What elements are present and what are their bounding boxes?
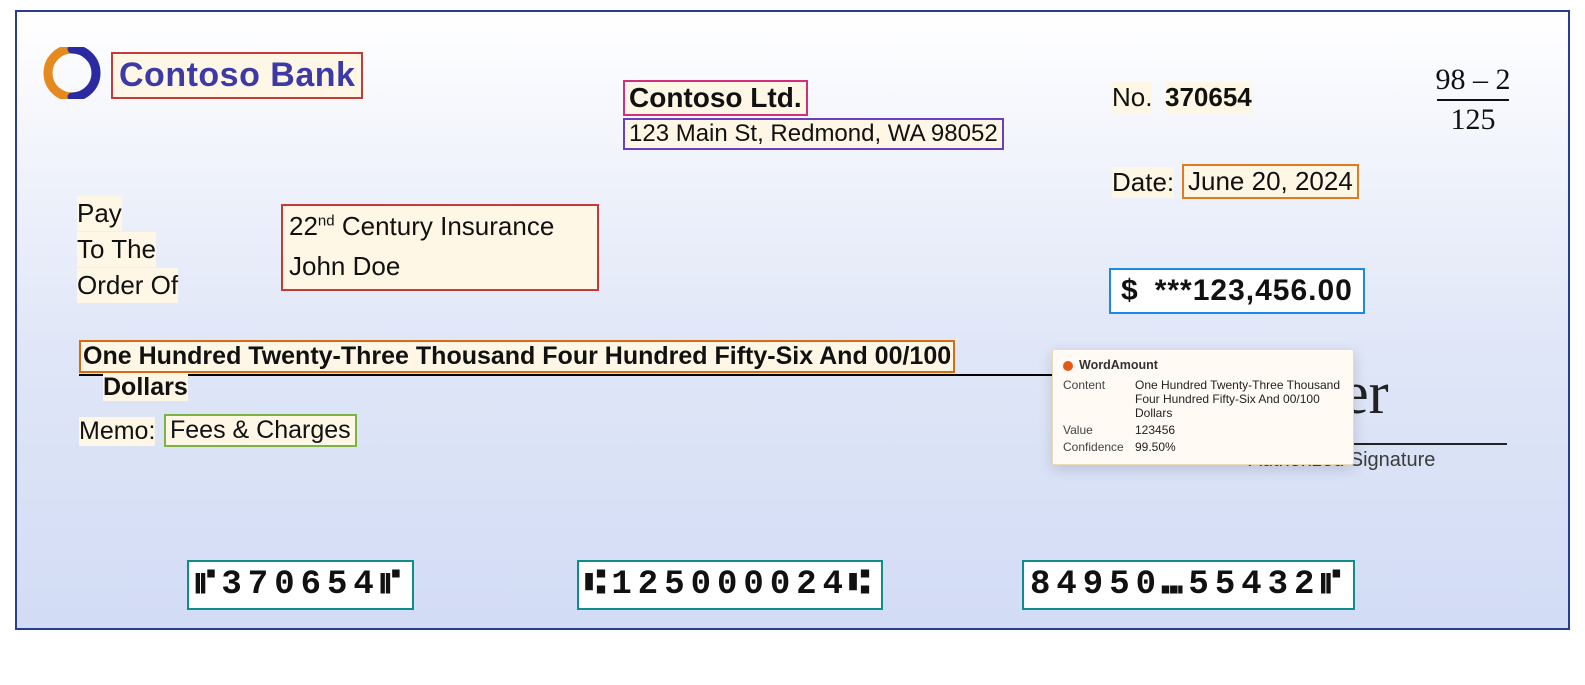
annotation-tooltip[interactable]: WordAmount Content One Hundred Twenty-Th…: [1052, 349, 1354, 465]
fraction-top: 98 – 2: [1423, 64, 1523, 96]
check-number-label: No.: [1112, 82, 1152, 113]
fraction-line: [1437, 99, 1509, 101]
payee-line1-sup: nd: [318, 212, 335, 229]
tooltip-confidence-value: 99.50%: [1135, 440, 1343, 454]
pay-to-label-line2: To The: [77, 232, 156, 267]
tooltip-dot-icon: [1063, 361, 1073, 371]
payee-line1-rest: Century Insurance: [335, 211, 555, 241]
amount-numeric: $ ***123,456.00: [1109, 268, 1365, 314]
tooltip-value-label: Value: [1063, 423, 1135, 437]
currency-symbol: $: [1121, 274, 1139, 307]
date-label: Date:: [1112, 167, 1174, 198]
check-document: Contoso Bank Contoso Ltd. 123 Main St, R…: [15, 10, 1570, 630]
tooltip-content-label: Content: [1063, 378, 1135, 420]
memo-label: Memo:: [79, 417, 155, 446]
pay-to-label-line1: Pay: [77, 196, 122, 231]
micr-account-number: 84950⑉55432⑈: [1022, 560, 1355, 610]
tooltip-title: WordAmount: [1079, 358, 1158, 372]
amount-words-row: One Hundred Twenty-Three Thousand Four H…: [79, 340, 1056, 376]
tooltip-confidence-label: Confidence: [1063, 440, 1135, 454]
memo-value: Fees & Charges: [164, 414, 357, 447]
tooltip-value-row: Value 123456: [1063, 423, 1343, 437]
tooltip-content-value: One Hundred Twenty-Three Thousand Four H…: [1135, 378, 1343, 420]
bank-logo-icon: [42, 47, 102, 99]
amount-words: One Hundred Twenty-Three Thousand Four H…: [79, 340, 955, 373]
payee-line2: John Doe: [289, 251, 400, 281]
amount-numeric-value: ***123,456.00: [1155, 274, 1353, 307]
payee: 22nd Century Insurance John Doe: [281, 204, 599, 291]
amount-words-suffix: Dollars: [103, 373, 188, 401]
drawer-name: Contoso Ltd.: [623, 80, 808, 116]
tooltip-value-value: 123456: [1135, 423, 1343, 437]
date-value: June 20, 2024: [1182, 164, 1359, 199]
check-number: 370654: [1165, 82, 1252, 113]
tooltip-confidence-row: Confidence 99.50%: [1063, 440, 1343, 454]
fraction-bottom: 125: [1423, 104, 1523, 136]
routing-fraction: 98 – 2 125: [1423, 64, 1523, 135]
tooltip-content-row: Content One Hundred Twenty-Three Thousan…: [1063, 378, 1343, 420]
pay-to-label-line3: Order Of: [77, 268, 178, 303]
micr-routing-number: ⑆125000024⑆: [577, 560, 883, 610]
micr-check-number: ⑈370654⑈: [187, 560, 414, 610]
payee-line1-prefix: 22: [289, 211, 318, 241]
tooltip-title-row: WordAmount: [1063, 358, 1343, 372]
drawer-address: 123 Main St, Redmond, WA 98052: [623, 118, 1004, 150]
bank-name: Contoso Bank: [111, 52, 363, 99]
